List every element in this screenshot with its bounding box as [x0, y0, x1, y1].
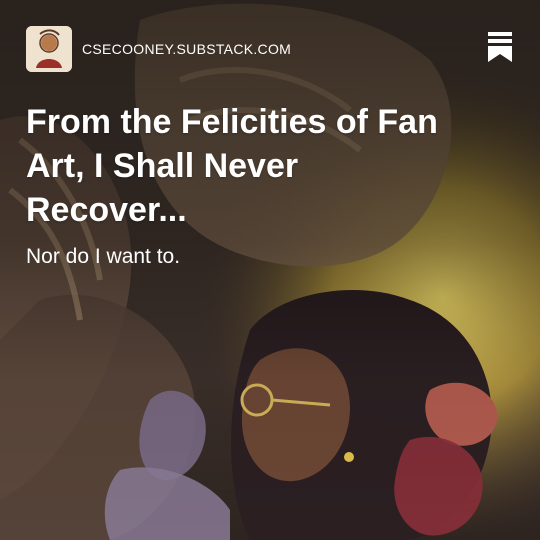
- bookmark-icon[interactable]: [488, 32, 512, 62]
- header-bar: CSECOONEY.SUBSTACK.COM: [26, 26, 514, 72]
- title-scrim: [0, 0, 540, 540]
- site-name-link[interactable]: CSECOONEY.SUBSTACK.COM: [82, 41, 291, 57]
- portrait-avatar-icon[interactable]: [26, 26, 72, 72]
- post-subtitle: Nor do I want to.: [26, 245, 181, 268]
- post-title[interactable]: From the Felicities of Fan Art, I Shall …: [26, 100, 446, 232]
